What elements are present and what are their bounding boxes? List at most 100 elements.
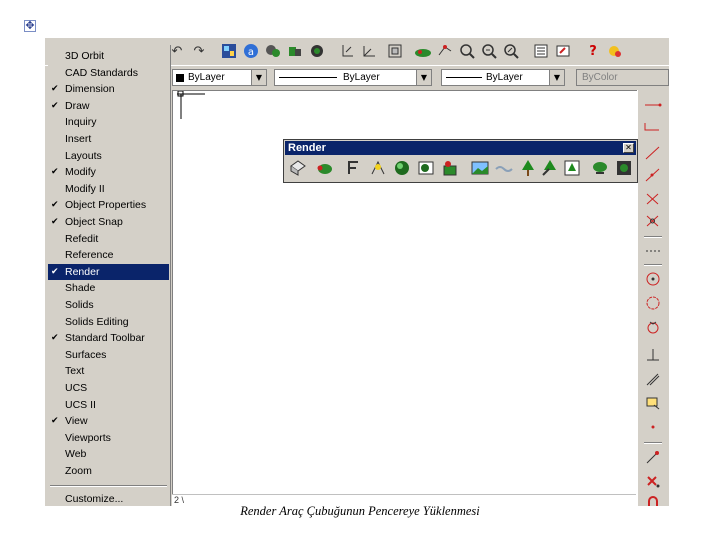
lineweight-value: ByLayer [486, 72, 523, 83]
distance-icon[interactable] [337, 41, 357, 61]
toolbar-separator [644, 264, 662, 266]
ellipse-icon[interactable] [643, 318, 663, 336]
crosshair-icon [177, 91, 205, 119]
edit-landscape-icon[interactable] [540, 158, 560, 178]
menu-item-ucs[interactable]: UCS [48, 380, 169, 396]
checkmark-icon: ✔ [51, 416, 59, 427]
menu-item-3d-orbit[interactable]: 3D Orbit [48, 48, 169, 64]
move-handle-icon[interactable]: ✥ [24, 20, 36, 32]
menu-item-label: Object Snap [65, 216, 123, 228]
menu-item-inquiry[interactable]: Inquiry [48, 114, 169, 130]
lineweight-sample [446, 77, 482, 78]
menu-item-solids-editing[interactable]: Solids Editing [48, 314, 169, 330]
menu-item-modify-ii[interactable]: Modify II [48, 181, 169, 197]
make-block-icon[interactable] [643, 370, 663, 388]
circle-icon[interactable] [643, 270, 663, 288]
menu-item-label: Refedit [65, 232, 99, 245]
zoom-previous-icon[interactable] [479, 41, 499, 61]
menu-item-surfaces[interactable]: Surfaces [48, 347, 169, 363]
materials-library-icon[interactable] [416, 158, 436, 178]
rectangle-icon[interactable] [643, 212, 663, 230]
design-center-icon[interactable] [219, 41, 239, 61]
3d-orbit-icon[interactable] [413, 41, 433, 61]
menu-item-dimension[interactable]: ✔ Dimension [48, 81, 169, 97]
polygon-icon[interactable] [643, 190, 663, 208]
chevron-down-icon[interactable]: ▼ [549, 70, 564, 85]
pan-icon[interactable] [285, 41, 305, 61]
menu-item-layouts[interactable]: Layouts [48, 148, 169, 164]
camera-icon[interactable] [435, 41, 455, 61]
insert-block-icon[interactable] [643, 346, 663, 364]
toolbar-separator [644, 442, 662, 444]
help-icon[interactable]: ? [583, 41, 603, 61]
zoom-extents-icon[interactable] [501, 41, 521, 61]
menu-item-zoom[interactable]: Zoom [48, 463, 169, 479]
background-icon[interactable] [470, 158, 490, 178]
ucs-icon[interactable] [359, 41, 379, 61]
menu-item-render[interactable]: ✔ Render [48, 263, 169, 280]
render-preferences-icon[interactable] [590, 158, 610, 178]
menu-item-object-properties[interactable]: ✔ Object Properties [48, 197, 169, 213]
fog-icon[interactable] [494, 158, 514, 178]
render-toolbar[interactable]: Render ✕ [283, 139, 638, 183]
materials-icon[interactable] [392, 158, 412, 178]
gradient-icon[interactable] [643, 448, 663, 466]
render-icon[interactable] [314, 158, 334, 178]
menu-item-view[interactable]: ✔ View [48, 413, 169, 429]
menu-item-label: Shade [65, 282, 96, 295]
menu-item-shade[interactable]: Shade [48, 280, 169, 296]
menu-item-text[interactable]: Text [48, 363, 169, 379]
tool-window-icon[interactable] [531, 41, 551, 61]
named-views-icon[interactable] [385, 41, 405, 61]
statistics-icon[interactable] [614, 158, 634, 178]
chevron-down-icon[interactable]: ▼ [251, 70, 266, 85]
markup-icon[interactable] [553, 41, 573, 61]
menu-item-draw[interactable]: ✔ Draw [48, 98, 169, 114]
line-icon[interactable] [643, 96, 663, 114]
point-icon[interactable] [643, 394, 663, 412]
chevron-down-icon[interactable]: ▼ [416, 70, 431, 85]
linetype-sample [279, 77, 337, 78]
tool-palettes-icon[interactable] [263, 41, 283, 61]
arc-icon[interactable] [643, 242, 663, 260]
menu-item-ucs-ii[interactable]: UCS II [48, 397, 169, 413]
close-icon[interactable]: ✕ [623, 143, 634, 153]
menu-item-modify[interactable]: ✔ Modify [48, 164, 169, 180]
lights-icon[interactable] [368, 158, 388, 178]
today-icon[interactable] [605, 41, 625, 61]
scenes-icon[interactable] [344, 158, 364, 178]
mapping-icon[interactable] [440, 158, 460, 178]
color-combo[interactable]: ByLayer ▼ [172, 69, 267, 86]
menu-item-label: Render [65, 265, 100, 278]
menu-item-label: Standard Toolbar [65, 332, 145, 345]
zoom-realtime-icon[interactable] [307, 41, 327, 61]
render-toolbar-title-bar[interactable]: Render ✕ [285, 141, 636, 155]
menu-item-cad-standards[interactable]: CAD Standards [48, 65, 169, 81]
redo-icon[interactable]: ↷ [189, 41, 209, 61]
menu-item-standard-toolbar[interactable]: ✔ Standard Toolbar [48, 330, 169, 346]
hatch-icon[interactable] [643, 418, 663, 436]
menu-item-insert[interactable]: Insert [48, 131, 169, 147]
revision-cloud-icon[interactable] [643, 294, 663, 312]
plotstyle-combo[interactable]: ByColor [576, 69, 669, 86]
menu-item-label: Layouts [65, 149, 102, 162]
menu-item-viewports[interactable]: Viewports [48, 430, 169, 446]
menu-item-solids[interactable]: Solids [48, 297, 169, 313]
zoom-window-icon[interactable] [457, 41, 477, 61]
menu-item-reference[interactable]: Reference [48, 247, 169, 263]
toolbar-context-menu: 3D Orbit CAD Standards ✔ Dimension ✔ Draw Inqu… [48, 45, 171, 506]
linetype-combo[interactable]: ByLayer ▼ [274, 69, 432, 86]
erase-icon[interactable] [643, 472, 663, 490]
polyline-icon[interactable] [643, 144, 663, 162]
plotstyle-value: ByColor [582, 72, 618, 83]
properties-icon[interactable]: a [241, 41, 261, 61]
lineweight-combo[interactable]: ByLayer ▼ [441, 69, 565, 86]
construction-line-icon[interactable] [643, 118, 663, 136]
menu-item-refedit[interactable]: Refedit [48, 231, 169, 247]
hide-icon[interactable] [288, 158, 308, 178]
menu-item-object-snap[interactable]: ✔ Object Snap [48, 214, 169, 230]
new-landscape-icon[interactable] [518, 158, 538, 178]
spline-icon[interactable] [643, 166, 663, 184]
menu-item-web[interactable]: Web [48, 446, 169, 462]
landscape-library-icon[interactable] [562, 158, 582, 178]
